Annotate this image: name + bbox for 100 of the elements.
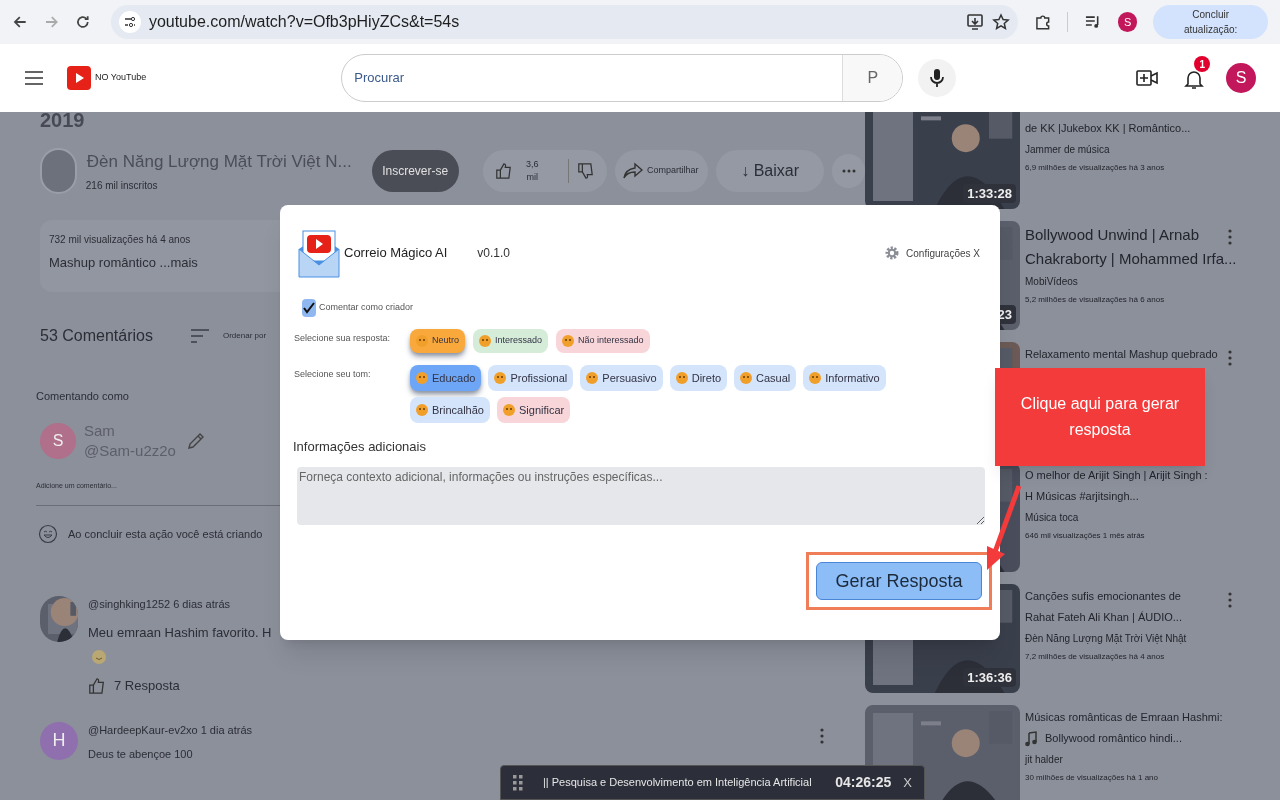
channel-name[interactable]: MobiVídeos: [1025, 274, 1078, 289]
field-label: Selecione sua resposta:: [294, 332, 392, 345]
face-icon: [740, 372, 753, 384]
option-chip[interactable]: Significar: [497, 397, 571, 423]
update-button[interactable]: Concluir atualização:: [1153, 5, 1268, 39]
face-icon: [416, 404, 428, 416]
comment-text: Deus te abençoe 100: [88, 747, 193, 762]
option-chip[interactable]: Educado: [410, 365, 482, 391]
video-title[interactable]: O melhor de Arijit Singh | Arijit Singh :: [1025, 465, 1208, 486]
menu-icon[interactable]: [25, 70, 43, 86]
more-vertical-icon[interactable]: [1228, 229, 1232, 245]
callout-text: Clique aqui para gerar resposta: [995, 368, 1205, 466]
thumbs-up-icon: [494, 161, 513, 181]
view-count: 5,2 milhões de visualizações há 6 anos: [1025, 294, 1165, 306]
envelope-play-icon: [297, 227, 341, 279]
option-chip[interactable]: Neutro: [410, 329, 465, 353]
thumbs-up-icon[interactable]: [88, 676, 106, 695]
text-area[interactable]: Forneça contexto adicional, informações ou instruções específicas...: [297, 466, 985, 525]
install-icon[interactable]: [965, 13, 984, 31]
channel-name[interactable]: Đèn Năng Lượng Mặt Trời Việt Nhật: [1025, 631, 1187, 646]
more-dots-icon: [841, 169, 856, 173]
comment-author[interactable]: @singhking1252 6 dias atrás: [88, 596, 231, 613]
close-button[interactable]: X: [903, 772, 912, 793]
more-vertical-icon[interactable]: [820, 727, 824, 744]
option-chip[interactable]: Interessado: [473, 329, 549, 353]
avatar[interactable]: S: [1226, 63, 1256, 93]
channel-name[interactable]: jit halder: [1025, 752, 1063, 767]
notification-badge: 1: [1194, 56, 1211, 72]
view-count: 646 mil visualizações 1 mês atrás: [1025, 530, 1145, 542]
video-title[interactable]: Rahat Fateh Ali Khan | ÁUDIO...: [1025, 607, 1182, 628]
checkbox[interactable]: [302, 299, 316, 317]
url-text: youtube.com/watch?v=Ofb3pHiyZCs&t=54s: [148, 12, 461, 32]
option-chip[interactable]: Brincalhão: [410, 397, 490, 423]
video-title[interactable]: Bollywood romântico hindi...: [1045, 728, 1182, 749]
sort-icon[interactable]: [190, 329, 209, 343]
subscribe-button[interactable]: Inscrever-se: [371, 150, 459, 192]
video-title[interactable]: Músicas românticas de Emraan Hashmi:: [1025, 707, 1223, 728]
sort-label[interactable]: Ordenar por: [222, 330, 267, 342]
video-title[interactable]: H Músicas #arjitsingh...: [1025, 486, 1139, 507]
video-title[interactable]: Canções sufis emocionantes de: [1025, 586, 1181, 607]
reply-count[interactable]: 7 Resposta: [114, 676, 180, 696]
comment-count: 53 Comentários: [40, 326, 153, 346]
option-chip[interactable]: Informativo: [803, 365, 886, 391]
app-title: Correio Mágico AI: [344, 244, 448, 263]
play-logo-icon[interactable]: [67, 66, 91, 90]
more-vertical-icon[interactable]: [1228, 592, 1232, 608]
comment-text: Meu emraan Hashim favorito. H: [88, 623, 272, 642]
commenting-as-label: Comentando como: [36, 389, 130, 404]
channel-name[interactable]: Đèn Năng Lượng Mặt Trời Việt N...: [86, 148, 362, 175]
site-settings-icon[interactable]: [118, 11, 141, 33]
profile-avatar[interactable]: S: [1117, 12, 1138, 32]
option-chip[interactable]: Profissional: [488, 365, 574, 391]
video-year: 2019: [40, 112, 86, 133]
bell-icon[interactable]: [1184, 68, 1205, 90]
option-chip[interactable]: Persuasivo: [580, 365, 663, 391]
face-icon: [416, 372, 428, 384]
share-arrow-icon: [622, 162, 643, 180]
face-icon: [479, 335, 491, 347]
more-vertical-icon[interactable]: [1228, 350, 1232, 366]
description-text: Mashup romântico ...mais: [49, 254, 198, 272]
mic-button[interactable]: [918, 59, 957, 97]
view-count: 6,9 milhões de visualizações há 3 anos: [1025, 162, 1165, 174]
user-avatar: S: [40, 422, 76, 459]
like-button[interactable]: 3,6 mil: [482, 150, 607, 192]
back-icon[interactable]: [12, 14, 28, 30]
channel-name[interactable]: Jammer de música: [1025, 142, 1110, 157]
address-bar[interactable]: youtube.com/watch?v=Ofb3pHiyZCs&t=54s: [110, 5, 1018, 39]
face-icon: [675, 372, 688, 384]
comment-author[interactable]: @HardeepKaur-ev2xo 1 dia atrás: [88, 721, 253, 738]
face-icon: [562, 335, 575, 347]
smiley-icon: [38, 524, 58, 544]
option-chip[interactable]: Casual: [734, 365, 797, 391]
duration-badge: 1:33:28: [963, 183, 1016, 203]
reload-icon[interactable]: [75, 14, 91, 30]
option-chip[interactable]: Direto: [669, 365, 728, 391]
generate-button[interactable]: Gerar Resposta: [816, 562, 982, 600]
download-button[interactable]: ↓ Baixar: [716, 150, 825, 192]
music-note-icon: [1025, 730, 1037, 747]
puzzle-icon[interactable]: [1033, 13, 1052, 31]
video-title[interactable]: Relaxamento mental Mashup quebrado: [1025, 344, 1218, 365]
notice-text: Ao concluir esta ação você está criando: [68, 526, 263, 542]
view-count: 732 mil visualizações há 4 anos: [49, 233, 191, 247]
video-title[interactable]: de KK |Jukebox KK | Romântico...: [1025, 118, 1191, 139]
drag-handle-icon[interactable]: [513, 774, 523, 791]
star-icon[interactable]: [991, 13, 1010, 31]
share-button[interactable]: Compartilhar: [614, 150, 709, 192]
face-icon: [494, 372, 507, 384]
option-chip[interactable]: Não interessado: [556, 329, 650, 353]
settings-button[interactable]: Configurações X: [884, 245, 980, 261]
video-title[interactable]: Bollywood Unwind | Arnab Chakraborty | Mohammed Irfa...: [1025, 223, 1240, 271]
field-label: Selecione seu tom:: [294, 368, 372, 381]
view-count: 30 milhões de visualizações há 1 ano: [1025, 772, 1158, 784]
logo-text[interactable]: NO YouTube: [95, 71, 147, 85]
checkbox-label[interactable]: Comentar como criador: [319, 301, 414, 315]
gear-icon: [884, 245, 901, 261]
channel-name[interactable]: Música toca: [1025, 510, 1079, 525]
commenter-avatar[interactable]: H: [40, 721, 78, 760]
timer: 04:26:25: [835, 773, 892, 792]
create-video-icon[interactable]: [1136, 69, 1159, 87]
face-icon: [586, 372, 599, 384]
